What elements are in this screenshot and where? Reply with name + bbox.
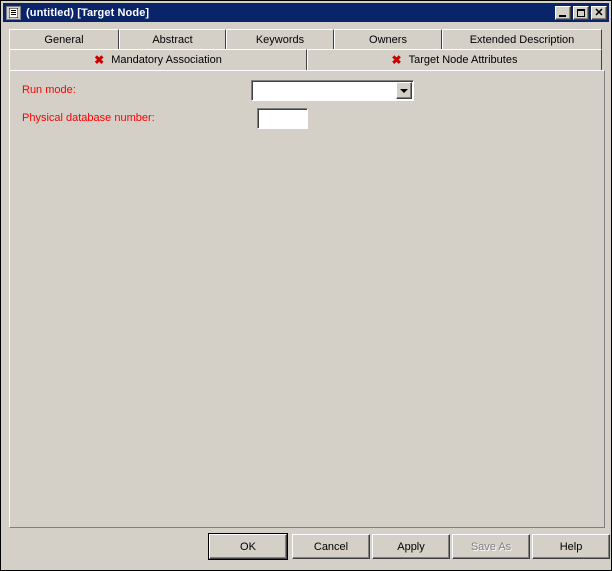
close-icon[interactable]: ✕ [591,6,607,20]
window-controls: ✕ [555,6,607,20]
tab-mandatory-association[interactable]: ✖ Mandatory Association [9,49,307,70]
document-list-icon [6,6,21,20]
button-label: OK [240,541,256,553]
tab-label: Abstract [152,34,192,46]
tab-label: Extended Description [470,34,575,46]
save-as-button: Save As [452,534,530,559]
tab-label: Keywords [256,34,304,46]
title-bar: (untitled) [Target Node] ✕ [3,3,609,22]
dialog-button-bar: OK Cancel Apply Save As Help [9,534,605,562]
tab-row-secondary: ✖ Mandatory Association ✖ Target Node At… [9,49,605,70]
tab-general[interactable]: General [9,29,119,50]
button-label: Save As [471,541,511,553]
help-button[interactable]: Help [532,534,610,559]
tab-keywords[interactable]: Keywords [226,29,334,50]
physical-database-number-input[interactable] [260,111,305,126]
run-mode-combobox[interactable] [251,80,414,101]
red-x-icon: ✖ [392,54,402,66]
button-label: Apply [397,541,425,553]
run-mode-label: Run mode: [22,84,76,96]
run-mode-input[interactable] [254,83,394,98]
tab-row-primary: General Abstract Keywords Owners Extende… [9,29,605,50]
tab-strip: General Abstract Keywords Owners Extende… [9,29,605,71]
chevron-down-icon[interactable] [396,82,412,99]
dialog-window: (untitled) [Target Node] ✕ General Abstr… [0,0,612,571]
physical-database-number-label: Physical database number: [22,112,155,124]
window-title: (untitled) [Target Node] [26,7,555,19]
apply-button[interactable]: Apply [372,534,450,559]
tab-owners[interactable]: Owners [334,29,442,50]
button-label: Help [560,541,583,553]
tab-abstract[interactable]: Abstract [119,29,226,50]
tab-label: Target Node Attributes [409,54,518,66]
tab-extended-description[interactable]: Extended Description [442,29,602,50]
maximize-icon[interactable] [573,6,589,20]
button-label: Cancel [314,541,348,553]
tab-label: Mandatory Association [111,54,222,66]
minimize-icon[interactable] [555,6,571,20]
red-x-icon: ✖ [94,54,104,66]
tab-label: Owners [369,34,407,46]
ok-button[interactable]: OK [208,533,288,560]
tab-content-panel: Run mode: Physical database number: [9,70,605,528]
physical-database-number-field[interactable] [257,108,308,129]
cancel-button[interactable]: Cancel [292,534,370,559]
tab-target-node-attributes[interactable]: ✖ Target Node Attributes [307,49,602,70]
tab-label: General [44,34,83,46]
